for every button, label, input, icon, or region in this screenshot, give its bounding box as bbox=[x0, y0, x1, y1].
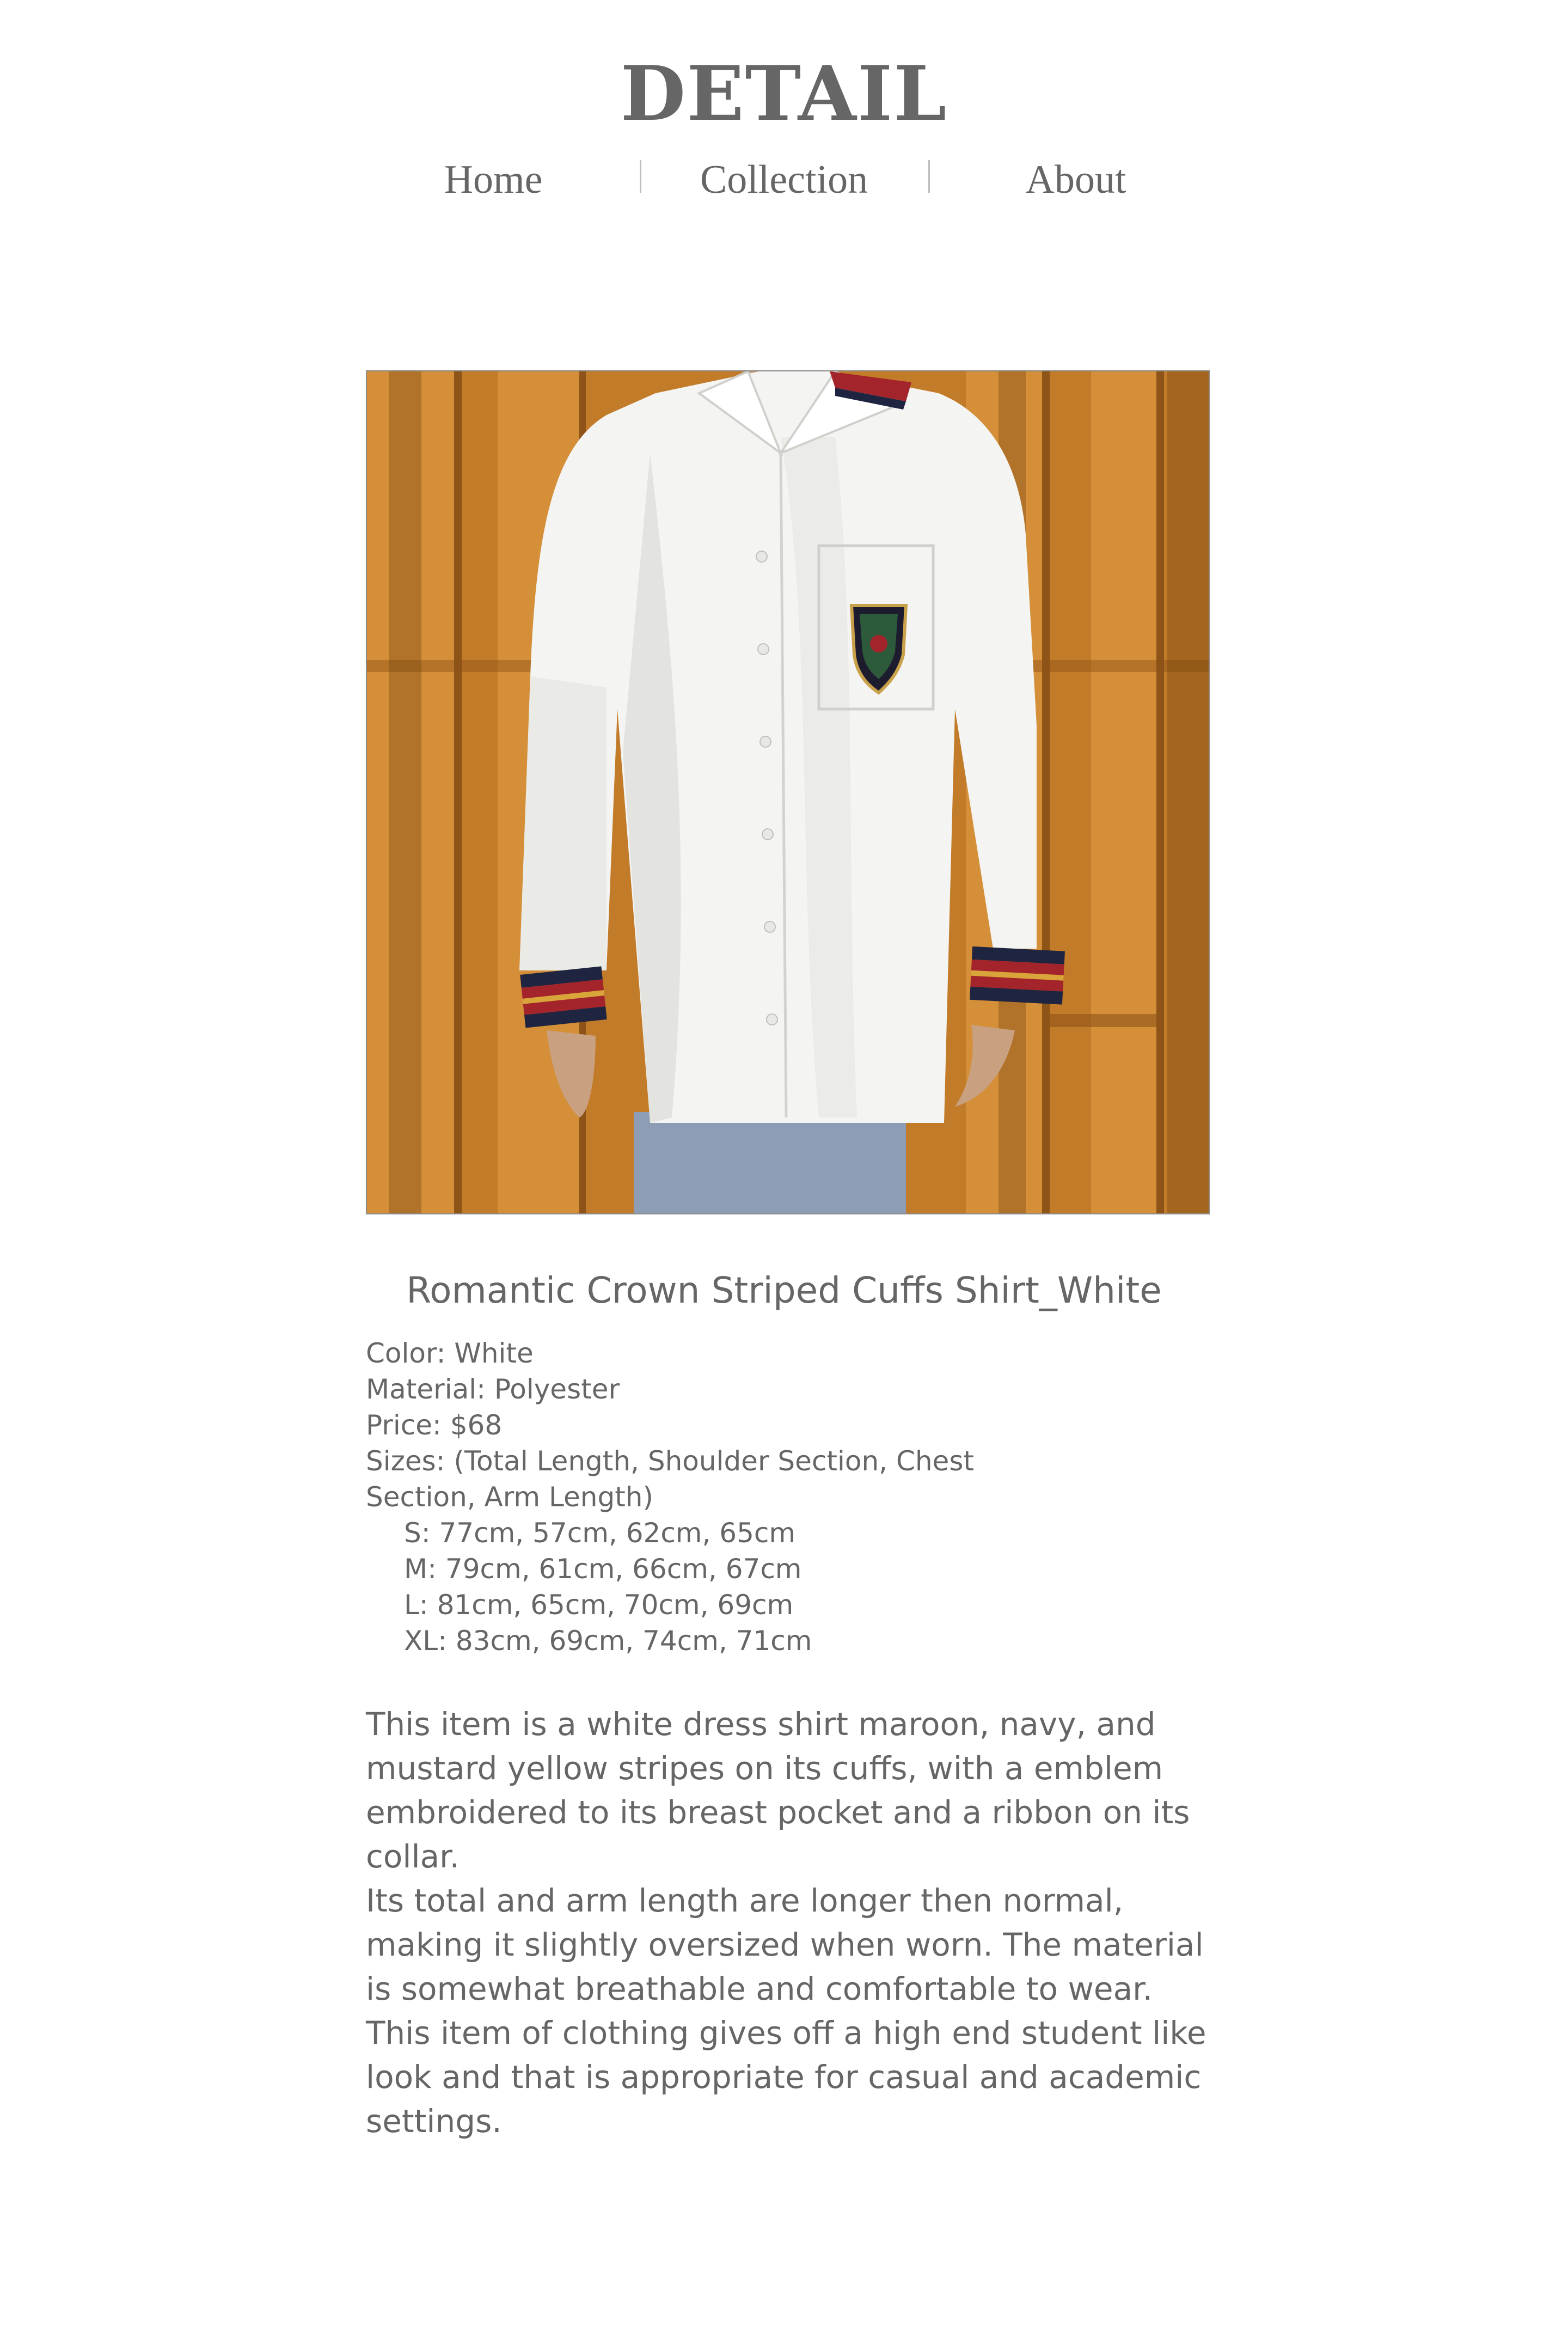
product-description: This item is a white dress shirt maroon,… bbox=[366, 1702, 1215, 2143]
main-nav: Home Collection About bbox=[0, 158, 1568, 201]
spec-material: Material: Polyester bbox=[366, 1373, 620, 1405]
size-row: M: 79cm, 61cm, 66cm, 67cm bbox=[404, 1553, 802, 1585]
product-image bbox=[366, 370, 1210, 1214]
description-paragraph: This item is a white dress shirt maroon,… bbox=[366, 1706, 1190, 1875]
nav-home-link[interactable]: Home bbox=[346, 158, 640, 201]
nav-about-link[interactable]: About bbox=[929, 158, 1223, 201]
product-specs: Color: White Material: Polyester Price: … bbox=[366, 1335, 1085, 1659]
description-paragraph: Its total and arm length are longer then… bbox=[366, 1882, 1204, 2007]
size-row: L: 81cm, 65cm, 70cm, 69cm bbox=[404, 1589, 794, 1621]
site-title: DETAIL bbox=[620, 49, 948, 138]
size-row: XL: 83cm, 69cm, 74cm, 71cm bbox=[404, 1625, 812, 1657]
size-row: S: 77cm, 57cm, 62cm, 65cm bbox=[404, 1517, 796, 1549]
nav-collection-link[interactable]: Collection bbox=[637, 158, 931, 201]
product-title: Romantic Crown Striped Cuffs Shirt_White bbox=[406, 1269, 1162, 1311]
spec-color: Color: White bbox=[366, 1337, 534, 1369]
description-paragraph: This item of clothing gives off a high e… bbox=[366, 2014, 1206, 2140]
spec-price: Price: $68 bbox=[366, 1409, 503, 1441]
spec-sizes-header: Sizes: (Total Length, Shoulder Section, … bbox=[366, 1445, 974, 1513]
